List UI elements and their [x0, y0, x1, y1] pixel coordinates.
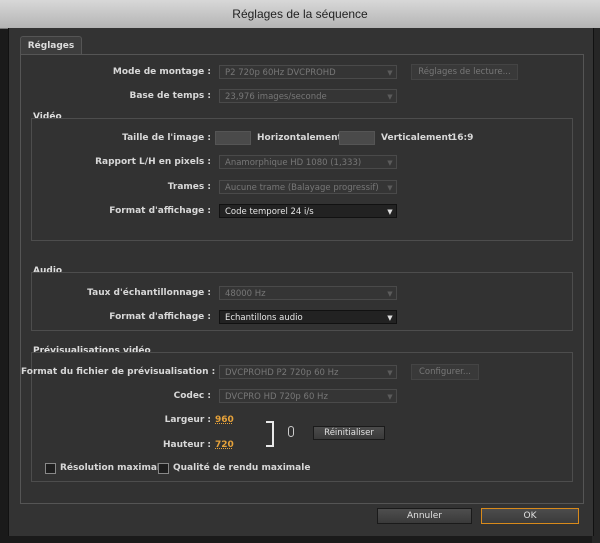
audio-display-format-dropdown[interactable]: Echantillons audio ▼ — [219, 310, 397, 324]
codec-value: DVCPRO HD 720p 60 Hz — [225, 392, 328, 402]
playback-settings-button[interactable]: Réglages de lecture... — [411, 64, 518, 80]
height-value[interactable]: 720 — [215, 440, 234, 450]
width-value[interactable]: 960 — [215, 415, 234, 425]
window-title: Réglages de la séquence — [0, 0, 600, 29]
audio-display-format-value: Echantillons audio — [225, 313, 303, 323]
chevron-down-icon: ▼ — [387, 290, 393, 298]
edit-mode-value: P2 720p 60Hz DVCPROHD — [225, 68, 336, 78]
horizontal-label: Horizontalement — [257, 133, 342, 143]
timebase-label: Base de temps : — [129, 91, 211, 101]
frame-height-field[interactable] — [339, 131, 375, 145]
sample-rate-label: Taux d'échantillonnage : — [87, 288, 211, 298]
preview-file-format-value: DVCPROHD P2 720p 60 Hz — [225, 368, 339, 378]
pixel-aspect-value: Anamorphique HD 1080 (1,333) — [225, 158, 362, 168]
frame-size-label: Taille de l'image : — [122, 133, 211, 143]
sequence-settings-dialog: Réglages Mode de montage : P2 720p 60Hz … — [8, 28, 594, 536]
vertical-label: Verticalement — [381, 133, 453, 143]
chevron-down-icon: ▼ — [387, 184, 393, 192]
link-bracket — [266, 421, 274, 447]
cancel-button[interactable]: Annuler — [377, 508, 472, 524]
video-display-format-value: Code temporel 24 i/s — [225, 207, 314, 217]
chevron-down-icon: ▼ — [387, 369, 393, 377]
width-label: Largeur : — [164, 415, 211, 425]
chevron-down-icon: ▼ — [387, 159, 393, 167]
frame-width-field[interactable] — [215, 131, 251, 145]
edit-mode-dropdown[interactable]: P2 720p 60Hz DVCPROHD ▼ — [219, 65, 397, 79]
max-quality-label: Qualité de rendu maximale — [173, 463, 311, 473]
codec-label: Codec : — [173, 391, 211, 401]
pixel-aspect-dropdown[interactable]: Anamorphique HD 1080 (1,333) ▼ — [219, 155, 397, 169]
codec-dropdown[interactable]: DVCPRO HD 720p 60 Hz ▼ — [219, 389, 397, 403]
max-quality-checkbox[interactable] — [158, 463, 169, 474]
link-icon[interactable] — [288, 426, 294, 437]
preview-file-format-label: Format du fichier de prévisualisation : — [21, 367, 216, 377]
height-label: Hauteur : — [163, 440, 211, 450]
chevron-down-icon: ▼ — [387, 314, 393, 322]
configure-button[interactable]: Configurer... — [411, 364, 479, 380]
tab-settings[interactable]: Réglages — [20, 36, 82, 55]
settings-panel: Mode de montage : P2 720p 60Hz DVCPROHD … — [20, 54, 584, 504]
fields-dropdown[interactable]: Aucune trame (Balayage progressif) ▼ — [219, 180, 397, 194]
max-resolution-checkbox[interactable] — [45, 463, 56, 474]
max-resolution-label: Résolution maximale — [60, 463, 167, 473]
preview-file-format-dropdown[interactable]: DVCPROHD P2 720p 60 Hz ▼ — [219, 365, 397, 379]
chevron-down-icon: ▼ — [387, 393, 393, 401]
pixel-aspect-label: Rapport L/H en pixels : — [95, 157, 211, 167]
audio-display-format-label: Format d'affichage : — [109, 312, 211, 322]
timebase-value: 23,976 images/seconde — [225, 92, 327, 102]
chevron-down-icon: ▼ — [387, 93, 393, 101]
timebase-dropdown[interactable]: 23,976 images/seconde ▼ — [219, 89, 397, 103]
video-display-format-dropdown[interactable]: Code temporel 24 i/s ▼ — [219, 204, 397, 218]
chevron-down-icon: ▼ — [387, 69, 393, 77]
reset-button[interactable]: Réinitialiser — [313, 426, 385, 440]
edit-mode-label: Mode de montage : — [112, 67, 211, 77]
ok-button[interactable]: OK — [481, 508, 579, 524]
sample-rate-dropdown[interactable]: 48000 Hz ▼ — [219, 286, 397, 300]
aspect-ratio-text: 16:9 — [451, 133, 474, 143]
chevron-down-icon: ▼ — [387, 208, 393, 216]
fields-value: Aucune trame (Balayage progressif) — [225, 183, 379, 193]
video-display-format-label: Format d'affichage : — [109, 206, 211, 216]
fields-label: Trames : — [167, 182, 211, 192]
sample-rate-value: 48000 Hz — [225, 289, 266, 299]
